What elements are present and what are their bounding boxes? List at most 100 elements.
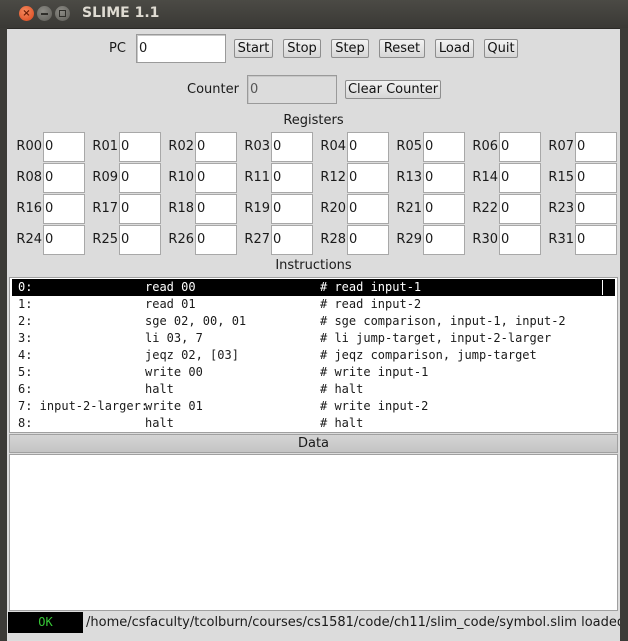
- quit-button[interactable]: Quit: [484, 39, 518, 58]
- register-field-r21[interactable]: 0: [423, 194, 465, 224]
- register-label: R26: [168, 232, 194, 247]
- register-label: R05: [396, 139, 422, 154]
- register-field-r02[interactable]: 0: [195, 132, 237, 162]
- window-frame-left: [0, 28, 7, 641]
- instruction-addr: 3:: [18, 331, 33, 345]
- step-button[interactable]: Step: [331, 39, 369, 58]
- instruction-row[interactable]: 5: write 00 # write input-1: [12, 364, 615, 381]
- register-label: R03: [244, 139, 270, 154]
- register-field-r22[interactable]: 0: [499, 194, 541, 224]
- instruction-comment: # read input-2: [320, 297, 422, 311]
- instruction-instr: halt: [145, 416, 174, 430]
- register-label: R01: [92, 139, 118, 154]
- register-field-r20[interactable]: 0: [347, 194, 389, 224]
- register-field-r03[interactable]: 0: [271, 132, 313, 162]
- register-field-r30[interactable]: 0: [499, 225, 541, 255]
- register-field-r08[interactable]: 0: [43, 163, 85, 193]
- instruction-comment: # write input-1: [320, 365, 429, 379]
- register-field-r24[interactable]: 0: [43, 225, 85, 255]
- register-label: R30: [472, 232, 498, 247]
- register-field-r13[interactable]: 0: [423, 163, 465, 193]
- instruction-addr: 1:: [18, 297, 33, 311]
- register-field-r06[interactable]: 0: [499, 132, 541, 162]
- register-field-r04[interactable]: 0: [347, 132, 389, 162]
- register-field-r19[interactable]: 0: [271, 194, 313, 224]
- register-field-r31[interactable]: 0: [575, 225, 617, 255]
- register-field-r05[interactable]: 0: [423, 132, 465, 162]
- register-field-r23[interactable]: 0: [575, 194, 617, 224]
- register-label: R25: [92, 232, 118, 247]
- registers-title: Registers: [283, 113, 344, 128]
- instruction-row[interactable]: 6: halt # halt: [12, 381, 615, 398]
- register-field-r15[interactable]: 0: [575, 163, 617, 193]
- instruction-row[interactable]: 1: read 01 # read input-2: [12, 296, 615, 313]
- register-field-r07[interactable]: 0: [575, 132, 617, 162]
- status-message: /home/csfaculty/tcolburn/courses/cs1581/…: [86, 615, 620, 630]
- title-bar: × SLIME 1.1: [0, 0, 628, 29]
- register-label: R10: [168, 170, 194, 185]
- register-field-r18[interactable]: 0: [195, 194, 237, 224]
- minimize-icon[interactable]: [37, 6, 52, 21]
- register-field-r09[interactable]: 0: [119, 163, 161, 193]
- register-field-r29[interactable]: 0: [423, 225, 465, 255]
- start-button[interactable]: Start: [234, 39, 273, 58]
- pc-label: PC: [109, 41, 126, 56]
- status-badge: OK: [8, 612, 83, 633]
- instruction-instr: read 00: [145, 280, 196, 294]
- window-title: SLIME 1.1: [82, 5, 160, 21]
- register-field-r01[interactable]: 0: [119, 132, 161, 162]
- instruction-row[interactable]: 3: li 03, 7 # li jump-target, input-2-larg…: [12, 330, 615, 347]
- register-field-r10[interactable]: 0: [195, 163, 237, 193]
- instructions-title: Instructions: [275, 258, 352, 273]
- register-label: R12: [320, 170, 346, 185]
- instruction-row[interactable]: 0: read 00 # read input-1: [12, 279, 615, 296]
- register-field-r14[interactable]: 0: [499, 163, 541, 193]
- register-label: R04: [320, 139, 346, 154]
- data-panel[interactable]: [9, 454, 618, 611]
- instruction-addr: 5:: [18, 365, 33, 379]
- register-field-r25[interactable]: 0: [119, 225, 161, 255]
- counter-field: 0: [247, 75, 337, 104]
- register-label: R18: [168, 201, 194, 216]
- register-label: R15: [548, 170, 574, 185]
- register-label: R00: [16, 139, 42, 154]
- register-field-r16[interactable]: 0: [43, 194, 85, 224]
- instructions-list[interactable]: 0: read 00 # read input-1 1: read 01 # read i…: [9, 277, 618, 433]
- instruction-comment: # li jump-target, input-2-larger: [320, 331, 552, 345]
- register-field-r17[interactable]: 0: [119, 194, 161, 224]
- reset-button[interactable]: Reset: [379, 39, 425, 58]
- register-label: R20: [320, 201, 346, 216]
- register-label: R31: [548, 232, 574, 247]
- register-label: R17: [92, 201, 118, 216]
- pc-input[interactable]: 0: [136, 34, 226, 63]
- instruction-row[interactable]: 8: halt # halt: [12, 415, 615, 432]
- clear-counter-button[interactable]: Clear Counter: [345, 80, 441, 99]
- instruction-instr: sge 02, 00, 01: [145, 314, 247, 328]
- register-label: R16: [16, 201, 42, 216]
- register-field-r00[interactable]: 0: [43, 132, 85, 162]
- instruction-row[interactable]: 4: jeqz 02, [03] # jeqz comparison, jump-t…: [12, 347, 615, 364]
- register-field-r28[interactable]: 0: [347, 225, 389, 255]
- register-label: R07: [548, 139, 574, 154]
- instruction-addr: 6:: [18, 382, 33, 396]
- register-label: R11: [244, 170, 270, 185]
- instruction-addr: 8:: [18, 416, 33, 430]
- register-field-r11[interactable]: 0: [271, 163, 313, 193]
- instruction-comment: # jeqz comparison, jump-target: [320, 348, 537, 362]
- instruction-addr: 0:: [18, 280, 33, 294]
- instruction-row[interactable]: 2: sge 02, 00, 01 # sge comparison, input-…: [12, 313, 615, 330]
- register-label: R02: [168, 139, 194, 154]
- stop-button[interactable]: Stop: [283, 39, 321, 58]
- instruction-instr: write 01: [145, 399, 203, 413]
- maximize-icon[interactable]: [55, 6, 70, 21]
- close-icon[interactable]: ×: [19, 6, 34, 21]
- register-field-r27[interactable]: 0: [271, 225, 313, 255]
- register-label: R08: [16, 170, 42, 185]
- instruction-row[interactable]: 7: input-2-larger: write 01 # write input-…: [12, 398, 615, 415]
- instruction-comment: # write input-2: [320, 399, 429, 413]
- load-button[interactable]: Load: [435, 39, 474, 58]
- register-field-r12[interactable]: 0: [347, 163, 389, 193]
- register-label: R09: [92, 170, 118, 185]
- instruction-instr: read 01: [145, 297, 196, 311]
- register-field-r26[interactable]: 0: [195, 225, 237, 255]
